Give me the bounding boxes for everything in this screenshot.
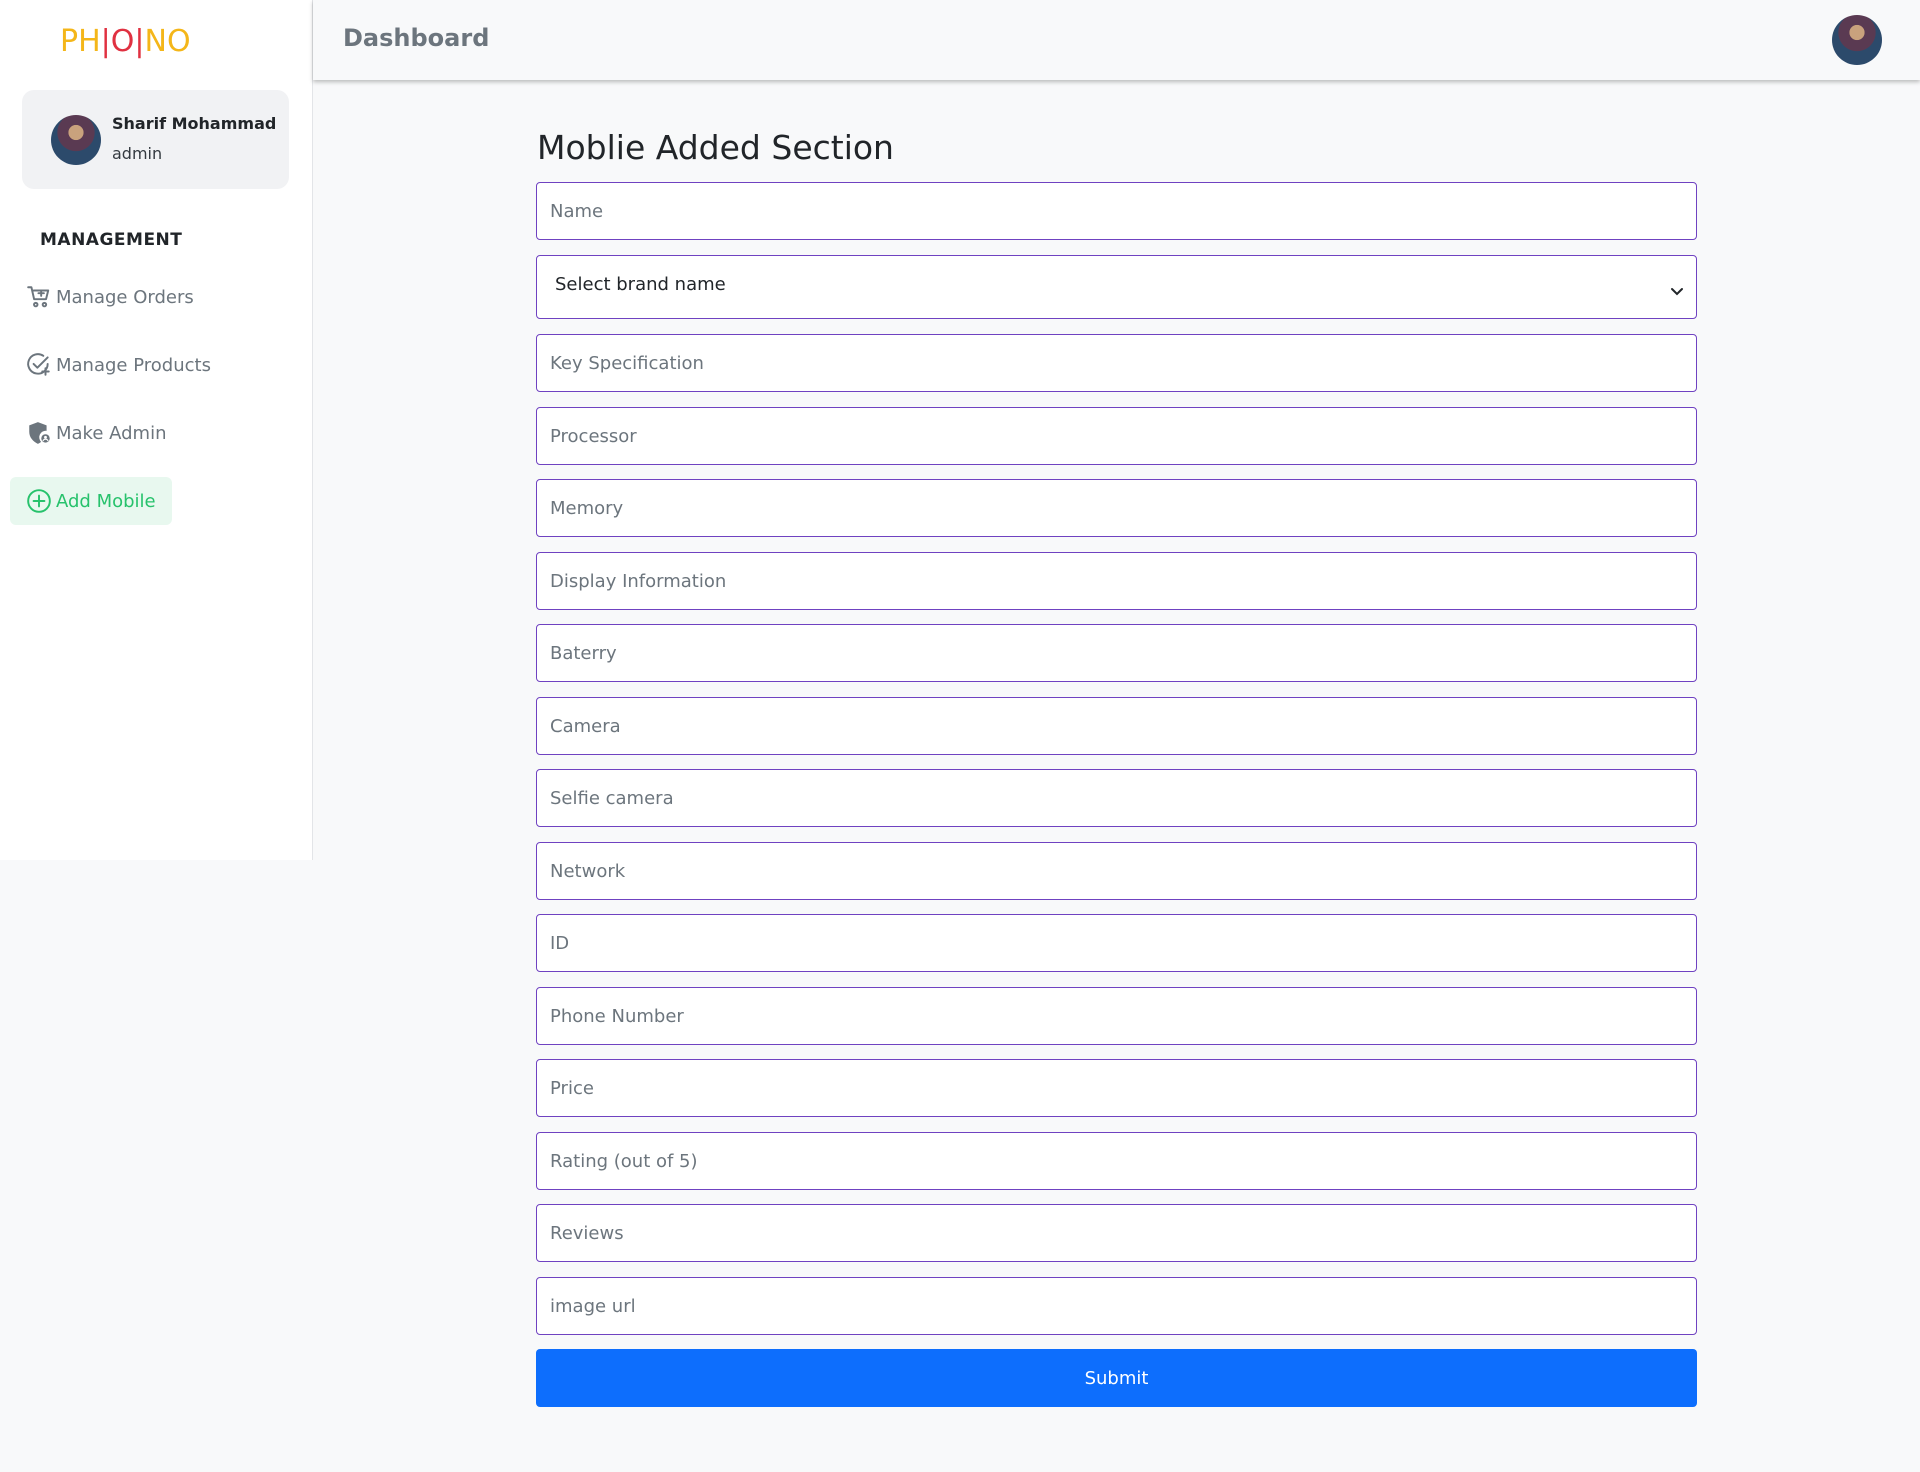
sidebar-item-label: Manage Products [56, 354, 211, 376]
processor-input[interactable] [536, 407, 1697, 465]
check-plus-icon [26, 352, 52, 378]
brand-select-value: Select brand name [555, 274, 726, 295]
logo-part-o: O [110, 24, 135, 59]
reviews-input[interactable] [536, 1204, 1697, 1262]
logo-part-ph: PH [60, 24, 101, 59]
price-input[interactable] [536, 1059, 1697, 1117]
shield-user-icon [26, 420, 52, 446]
logo-separator: | [100, 24, 111, 59]
id-input[interactable] [536, 914, 1697, 972]
brand-select[interactable]: Select brand name [536, 255, 1697, 319]
sidebar-item-label: Make Admin [56, 422, 167, 444]
phone-number-input[interactable] [536, 987, 1697, 1045]
name-input[interactable] [536, 182, 1697, 240]
key-specification-input[interactable] [536, 334, 1697, 392]
sidebar-item-manage-products[interactable]: Manage Products [10, 341, 227, 389]
sidebar-item-label: Add Mobile [56, 490, 156, 512]
logo-part-no: NO [144, 24, 191, 59]
logo-separator: | [134, 24, 145, 59]
brand-logo[interactable]: PH|O|NO [60, 24, 191, 59]
sidebar: PH|O|NO Sharif Mohammad admin MANAGEMENT… [0, 0, 313, 860]
selfie-camera-input[interactable] [536, 769, 1697, 827]
rating-input[interactable] [536, 1132, 1697, 1190]
memory-input[interactable] [536, 479, 1697, 537]
image-url-input[interactable] [536, 1277, 1697, 1335]
chevron-down-icon [1670, 282, 1684, 301]
submit-button[interactable]: Submit [536, 1349, 1697, 1407]
profile-card: Sharif Mohammad admin [22, 90, 289, 189]
camera-input[interactable] [536, 697, 1697, 755]
profile-role: admin [112, 144, 163, 163]
battery-input[interactable] [536, 624, 1697, 682]
cart-icon [26, 284, 52, 310]
plus-circle-icon [26, 488, 52, 514]
section-title-management: MANAGEMENT [40, 230, 183, 250]
profile-name: Sharif Mohammad [112, 114, 277, 133]
sidebar-item-label: Manage Orders [56, 286, 194, 308]
page-title: Dashboard [343, 24, 490, 52]
sidebar-item-manage-orders[interactable]: Manage Orders [10, 273, 210, 321]
avatar [51, 115, 101, 165]
user-avatar[interactable] [1832, 15, 1882, 65]
network-input[interactable] [536, 842, 1697, 900]
sidebar-item-make-admin[interactable]: Make Admin [10, 409, 183, 457]
sidebar-item-add-mobile[interactable]: Add Mobile [10, 477, 172, 525]
form-title: Moblie Added Section [537, 128, 894, 167]
display-information-input[interactable] [536, 552, 1697, 610]
top-bar: Dashboard [313, 0, 1920, 80]
